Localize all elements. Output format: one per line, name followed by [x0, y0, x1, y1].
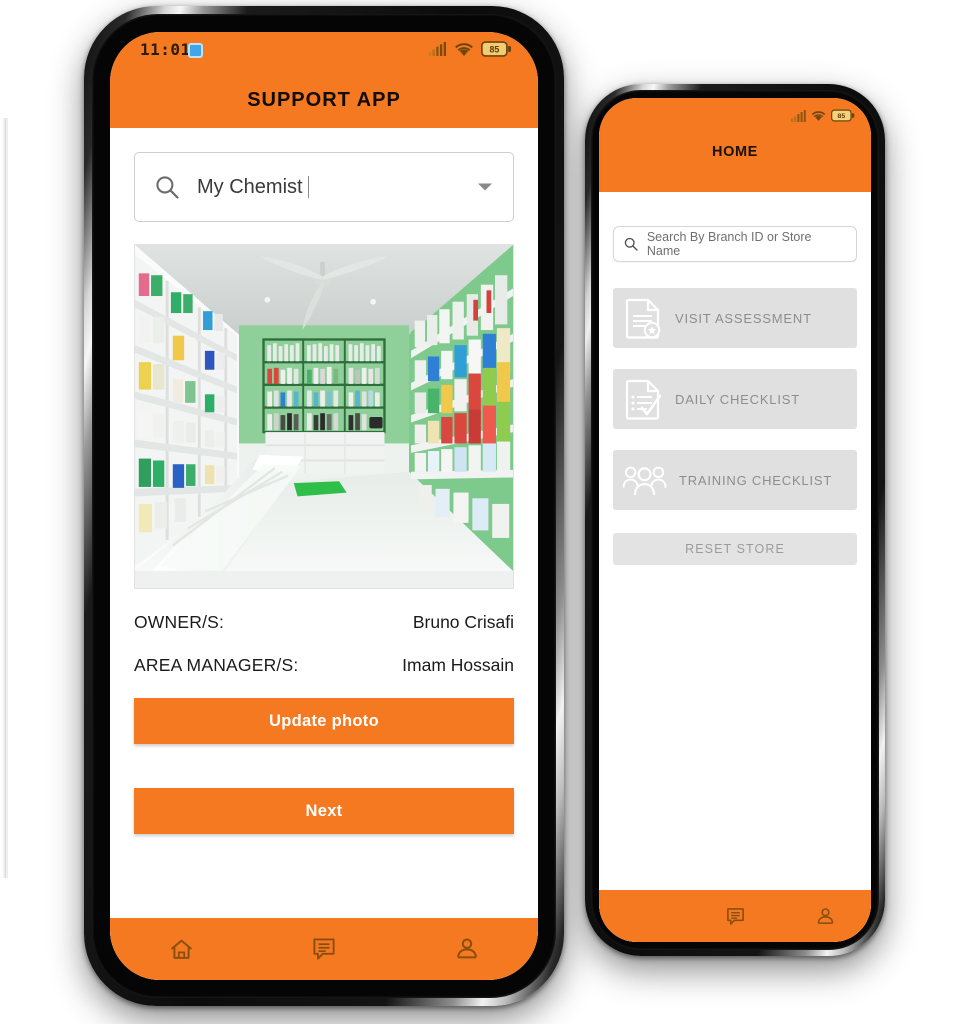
wifi-icon	[455, 42, 473, 56]
svg-text:85: 85	[838, 113, 846, 120]
person-icon	[817, 907, 834, 924]
search-icon	[624, 237, 638, 251]
bottom-nav-profile-front[interactable]	[395, 937, 538, 961]
bottom-nav-home-front[interactable]	[110, 937, 253, 962]
text-caret	[307, 176, 309, 198]
cellular-signal-icon	[791, 109, 806, 122]
chevron-down-icon[interactable]	[477, 182, 493, 192]
detail-row-area-manager: AREA MANAGER/S: Imam Hossain	[134, 655, 514, 676]
detail-row-owner: OWNER/S: Bruno Crisafi	[134, 612, 514, 633]
search-bar-back[interactable]: Search By Branch ID or Store Name	[613, 226, 857, 262]
bottom-nav-chat-back[interactable]	[690, 907, 781, 926]
bottom-nav-chat-front[interactable]	[253, 937, 396, 961]
status-bar-clock: 11:01	[140, 40, 191, 59]
store-photo-illustration	[135, 245, 513, 572]
chat-icon	[313, 938, 335, 960]
cellular-signal-icon	[428, 42, 447, 56]
detail-label: AREA MANAGER/S:	[134, 655, 299, 675]
status-icons-front: 85	[428, 41, 512, 57]
wifi-icon	[811, 110, 826, 121]
search-icon	[156, 176, 179, 199]
next-button[interactable]: Next	[134, 788, 514, 834]
menu-item-daily-checklist[interactable]: DAILY CHECKLIST	[613, 369, 857, 429]
menu-item-training-checklist[interactable]: TRAINING CHECKLIST	[613, 450, 857, 510]
document-check-icon	[625, 379, 662, 420]
search-input-back-placeholder: Search By Branch ID or Store Name	[646, 230, 812, 258]
battery-icon: 85	[481, 41, 512, 57]
reset-store-label: RESET STORE	[685, 542, 785, 556]
main-content-front: My Chemist OWNER/S: Bruno Crisafi AREA M…	[110, 152, 538, 980]
update-photo-button[interactable]: Update photo	[134, 698, 514, 744]
main-content-back: Search By Branch ID or Store Name VISIT …	[599, 226, 871, 942]
page-title-front: SUPPORT APP	[247, 88, 401, 111]
battery-icon: 85	[831, 109, 855, 122]
phone-screen-back: 85 HOME Search By Branch ID or Store Nam…	[599, 98, 871, 942]
next-label: Next	[305, 801, 343, 820]
search-value-wrap: My Chemist	[197, 176, 459, 199]
app-bar-front: SUPPORT APP	[110, 72, 538, 128]
page-title-back: HOME	[712, 144, 758, 160]
background-phone-edge	[2, 118, 8, 878]
bottom-nav-front	[110, 918, 538, 980]
svg-text:85: 85	[489, 44, 499, 54]
menu-item-label: VISIT ASSESSMENT	[675, 310, 812, 326]
menu-item-label: DAILY CHECKLIST	[675, 391, 800, 407]
menu-item-visit-assessment[interactable]: VISIT ASSESSMENT	[613, 288, 857, 348]
detail-label: OWNER/S:	[134, 612, 225, 632]
screenshot-canvas: 85 HOME Search By Branch ID or Store Nam…	[0, 0, 971, 1024]
bottom-nav-back	[599, 890, 871, 942]
status-bar-front: 11:01 85	[110, 32, 538, 72]
document-star-icon	[625, 298, 661, 339]
button-spacer	[134, 744, 514, 788]
phone-device-front: 11:01 85 SUPPORT APP My Chemist OWNER/S:…	[84, 6, 564, 1006]
bottom-nav-profile-back[interactable]	[780, 907, 871, 926]
detail-value: Imam Hossain	[402, 655, 514, 675]
home-icon	[170, 939, 192, 959]
status-icons-back: 85	[791, 109, 855, 122]
search-input-value: My Chemist	[197, 175, 303, 198]
app-bar-back: HOME	[599, 142, 871, 192]
phone-device-back: 85 HOME Search By Branch ID or Store Nam…	[585, 84, 885, 956]
store-details: OWNER/S: Bruno Crisafi AREA MANAGER/S: I…	[134, 612, 514, 676]
phone-screen-front: 11:01 85 SUPPORT APP My Chemist OWNER/S:…	[110, 32, 538, 980]
status-bar-back: 85	[599, 98, 871, 142]
chat-icon	[726, 907, 744, 925]
reset-store-button[interactable]: RESET STORE	[613, 533, 857, 565]
menu-item-label: TRAINING CHECKLIST	[679, 472, 833, 488]
store-photo	[134, 244, 514, 589]
people-group-icon	[623, 466, 667, 495]
update-photo-label: Update photo	[269, 711, 379, 730]
store-search-dropdown[interactable]: My Chemist	[134, 152, 514, 222]
app-notification-icon	[188, 43, 203, 58]
person-icon	[456, 938, 477, 959]
detail-value: Bruno Crisafi	[412, 612, 514, 632]
menu-list-back: VISIT ASSESSMENT DAILY CHECKLIST TRAININ…	[613, 288, 857, 510]
